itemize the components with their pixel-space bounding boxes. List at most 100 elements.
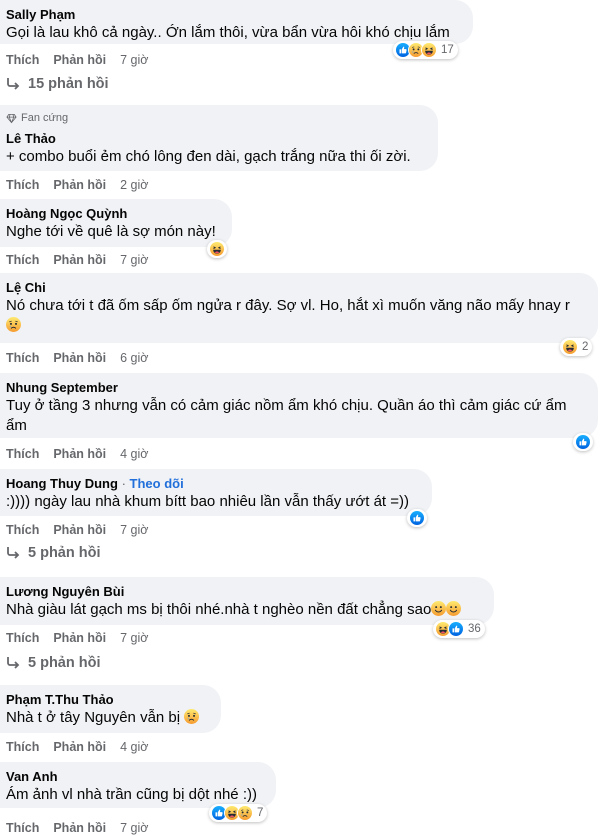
reaction-count: 7 <box>257 807 264 819</box>
comment-actions: Thích Phản hồi 4 giờ <box>6 739 148 755</box>
comment-time[interactable]: 7 giờ <box>120 252 148 268</box>
comment-time[interactable]: 7 giờ <box>120 52 148 68</box>
reaction-summary[interactable] <box>573 433 593 451</box>
comment-actions: Thích Phản hồi 7 giờ <box>6 522 148 538</box>
comment-bubble: Lương Nguyên Bùi Nhà giàu lát gạch ms bị… <box>0 577 494 625</box>
comment-author[interactable]: Sally Phạm <box>6 6 461 23</box>
comment-time[interactable]: 7 giờ <box>120 820 148 836</box>
reaction-summary[interactable]: 17 <box>393 41 458 59</box>
comment-text-content: Nó chưa tới t đã ốm sấp ốm ngửa r đây. S… <box>6 297 570 314</box>
comment-bubble: Fan cứng Lê Thảo + combo buổi ẻm chó lôn… <box>0 105 438 171</box>
comment-author[interactable]: Nhung September <box>6 379 586 396</box>
haha-icon <box>209 241 225 257</box>
reaction-summary[interactable] <box>207 240 227 258</box>
comment-time[interactable]: 2 giờ <box>120 177 148 193</box>
comment-actions: Thích Phản hồi 7 giờ <box>6 52 148 68</box>
sad-icon <box>184 709 199 724</box>
like-button[interactable]: Thích <box>6 739 39 755</box>
like-icon <box>575 434 591 450</box>
fan-badge: Fan cứng <box>6 111 426 125</box>
comment-text: + combo buổi ẻm chó lông đen dài, gạch t… <box>6 148 411 165</box>
haha-icon <box>421 42 437 58</box>
like-button[interactable]: Thích <box>6 522 39 538</box>
comment-author-name[interactable]: Hoang Thuy Dung <box>6 476 118 491</box>
reply-button[interactable]: Phản hồi <box>53 52 106 68</box>
separator-dot: · <box>121 476 126 491</box>
comment-author[interactable]: Van Anh <box>6 768 264 785</box>
view-replies[interactable]: 5 phản hồi <box>6 655 101 671</box>
comment-text: Gọi là lau khô cả ngày.. Ớn lắm thôi, vừ… <box>6 24 450 41</box>
comment-time[interactable]: 7 giờ <box>120 630 148 646</box>
comment-author[interactable]: Phạm T.Thu Thảo <box>6 691 209 708</box>
comment-time[interactable]: 6 giờ <box>120 350 148 366</box>
like-button[interactable]: Thích <box>6 177 39 193</box>
diamond-icon <box>6 113 17 123</box>
reply-button[interactable]: Phản hồi <box>53 177 106 193</box>
comment-actions: Thích Phản hồi 7 giờ <box>6 630 148 646</box>
like-button[interactable]: Thích <box>6 820 39 836</box>
comment-bubble: Nhung September Tuy ở tầng 3 nhưng vẫn c… <box>0 373 598 438</box>
reply-arrow-icon <box>7 657 20 669</box>
reply-button[interactable]: Phản hồi <box>53 350 106 366</box>
comment-text: Ám ảnh vl nhà trần cũng bị dột nhé :)) <box>6 786 257 803</box>
comment-time[interactable]: 4 giờ <box>120 446 148 462</box>
comment-actions: Thích Phản hồi 6 giờ <box>6 350 148 366</box>
comment-text: Nó chưa tới t đã ốm sấp ốm ngửa r đây. S… <box>6 296 586 336</box>
smile-icon <box>431 601 446 616</box>
haha-icon <box>562 339 578 355</box>
follow-button[interactable]: Theo dõi <box>130 476 184 491</box>
reply-button[interactable]: Phản hồi <box>53 522 106 538</box>
comment-bubble: Lệ Chi Nó chưa tới t đã ốm sấp ốm ngửa r… <box>0 273 598 343</box>
reaction-summary[interactable]: 7 <box>209 804 268 822</box>
replies-label: 5 phản hồi <box>28 655 101 671</box>
comment-bubble: Hoang Thuy Dung · Theo dõi :)))) ngày la… <box>0 469 432 516</box>
view-replies[interactable]: 5 phản hồi <box>6 545 101 561</box>
reply-arrow-icon <box>7 78 20 90</box>
comment-time[interactable]: 4 giờ <box>120 739 148 755</box>
like-icon <box>409 510 425 526</box>
smile-icon <box>446 601 461 616</box>
like-button[interactable]: Thích <box>6 350 39 366</box>
reaction-count: 17 <box>441 44 454 56</box>
reply-button[interactable]: Phản hồi <box>53 446 106 462</box>
comment-text: Nhà t ở tây Nguyên vẫn bị <box>6 708 209 728</box>
replies-label: 5 phản hồi <box>28 545 101 561</box>
comment-text: :)))) ngày lau nhà khum bítt bao nhiêu l… <box>6 493 410 510</box>
comment-actions: Thích Phản hồi 7 giờ <box>6 820 148 836</box>
reply-button[interactable]: Phản hồi <box>53 739 106 755</box>
comment-author[interactable]: Lệ Chi <box>6 279 586 296</box>
comment-text: Tuy ở tầng 3 nhưng vẫn có cảm giác nồm ẩ… <box>6 397 567 434</box>
reply-button[interactable]: Phản hồi <box>53 820 106 836</box>
reaction-count: 36 <box>468 623 481 635</box>
comment-author: Hoang Thuy Dung · Theo dõi <box>6 475 420 492</box>
reaction-summary[interactable]: 2 <box>560 338 593 356</box>
comment-author[interactable]: Hoàng Ngọc Quỳnh <box>6 205 220 222</box>
sad-icon <box>237 805 253 821</box>
reply-arrow-icon <box>7 547 20 559</box>
comment-text: Nghe tới về quê là sợ món này! <box>6 223 216 240</box>
reaction-count: 2 <box>582 341 589 353</box>
reaction-summary[interactable] <box>407 509 427 527</box>
comment-text-content: Nhà giàu lát gạch ms bị thôi nhé.nhà t n… <box>6 601 432 618</box>
comment-time[interactable]: 7 giờ <box>120 522 148 538</box>
view-replies[interactable]: 15 phản hồi <box>6 76 109 92</box>
comment-actions: Thích Phản hồi 7 giờ <box>6 252 148 268</box>
comment-author[interactable]: Lương Nguyên Bùi <box>6 583 482 600</box>
reply-button[interactable]: Phản hồi <box>53 630 106 646</box>
reaction-summary[interactable]: 36 <box>433 620 485 638</box>
like-icon <box>448 621 464 637</box>
like-button[interactable]: Thích <box>6 446 39 462</box>
comment-bubble: Phạm T.Thu Thảo Nhà t ở tây Nguyên vẫn b… <box>0 685 221 733</box>
comment-bubble: Hoàng Ngọc Quỳnh Nghe tới về quê là sợ m… <box>0 199 232 247</box>
like-button[interactable]: Thích <box>6 52 39 68</box>
like-button[interactable]: Thích <box>6 630 39 646</box>
comment-actions: Thích Phản hồi 2 giờ <box>6 177 148 193</box>
reply-button[interactable]: Phản hồi <box>53 252 106 268</box>
comment-author[interactable]: Lê Thảo <box>6 130 426 147</box>
comment-text-content: Nhà t ở tây Nguyên vẫn bị <box>6 709 181 726</box>
comment-actions: Thích Phản hồi 4 giờ <box>6 446 148 462</box>
replies-label: 15 phản hồi <box>28 76 109 92</box>
sad-icon <box>6 317 21 332</box>
comment-bubble: Van Anh Ám ảnh vl nhà trần cũng bị dột n… <box>0 762 276 808</box>
like-button[interactable]: Thích <box>6 252 39 268</box>
